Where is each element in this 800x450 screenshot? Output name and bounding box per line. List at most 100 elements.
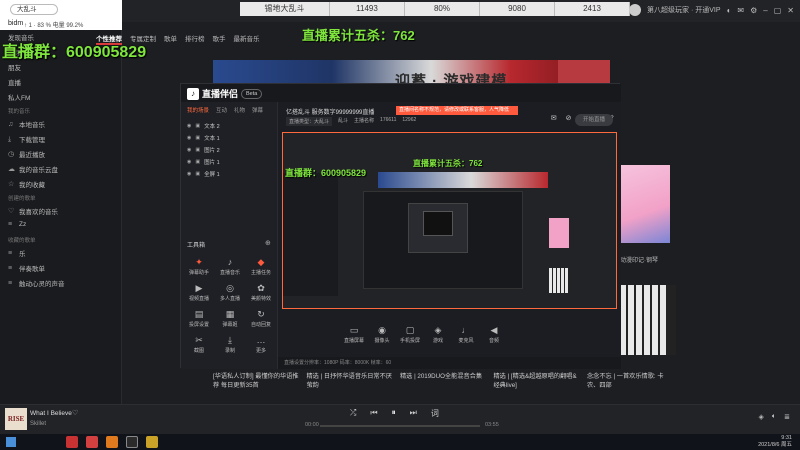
eye-icon[interactable]: ◉ [187, 147, 191, 153]
room-title[interactable]: 亿搭乱斗 服务数字99999999直播 [286, 107, 374, 116]
live-preview[interactable]: 直播群：600905829 直播累计五杀：762 [282, 132, 617, 309]
tool-item[interactable]: ▶ 视频直播 [185, 283, 213, 302]
tool-item[interactable]: ✂ 截图 [185, 335, 213, 354]
sidebar-item[interactable]: ♡ 我喜欢的音乐 [8, 206, 58, 217]
playlist-cover-piano[interactable] [620, 285, 670, 355]
eye-icon[interactable]: ◉ [187, 159, 191, 165]
sidebar-item[interactable]: ◷ 最近播放 [8, 149, 45, 160]
source-button[interactable]: ◀ 音频 [480, 325, 508, 344]
system-tray-clock[interactable]: 9:31 2021/8/6 周五 [758, 435, 792, 449]
lock-icon[interactable]: ▣ [195, 147, 200, 153]
sidebar-item[interactable]: ☆ 我的收藏 [8, 179, 45, 190]
sidebar-item[interactable]: ☁ 我的音乐云盘 [8, 164, 58, 175]
tab-2[interactable]: 歌单 [164, 33, 177, 45]
playlist-title[interactable]: 精选 | [精选&超越原唱的翻唱&经典live] [494, 372, 580, 390]
scene-row[interactable]: ◉ ▣ 图片 2 [187, 146, 220, 154]
tool-item[interactable]: … 更多 [247, 335, 275, 354]
eye-icon[interactable]: ◉ [187, 135, 191, 141]
playlist-title[interactable]: 精选 | 2019DUO全能混音合集 [400, 372, 486, 390]
tool-item[interactable]: ⤓ 录制 [216, 335, 244, 354]
tool-item[interactable]: ◆ 主播任务 [247, 257, 275, 276]
sidebar-item[interactable]: ≡ 触动心灵的声音 [8, 278, 65, 289]
eye-icon[interactable]: ◉ [187, 123, 191, 129]
tab-3[interactable]: 排行榜 [185, 33, 205, 45]
taskbar-app-league-icon[interactable] [146, 436, 158, 448]
lock-icon[interactable]: ▣ [195, 159, 200, 165]
avatar[interactable] [629, 4, 642, 16]
tool-item[interactable]: ↻ 自动回复 [247, 309, 275, 328]
source-button[interactable]: ▢ 手机投屏 [396, 325, 424, 344]
minimize-icon[interactable]: – [763, 6, 767, 15]
tool-item[interactable]: ◎ 多人直播 [216, 283, 244, 302]
sidebar-item[interactable]: ≡ 乐 [8, 248, 26, 259]
toolbox-settings-icon[interactable]: ⊕ [265, 239, 271, 247]
tool-item[interactable]: ✦ 弹幕助手 [185, 257, 213, 276]
scene-row[interactable]: ◉ ▣ 图片 1 [187, 158, 220, 166]
scene-row[interactable]: ◉ ▣ 全屏 1 [187, 170, 220, 178]
close-icon[interactable]: ✕ [787, 6, 794, 15]
progress-bar[interactable] [320, 425, 480, 427]
pause-icon[interactable]: ⏸ [392, 408, 396, 419]
tab-4[interactable]: 歌手 [213, 33, 226, 45]
sidebar-item[interactable]: ≡ 伴奏歌单 [8, 263, 45, 274]
stream-stat-3: 9080 [480, 2, 555, 16]
playlist-label[interactable]: 动漫印记·钢琴 [620, 255, 658, 264]
scene-tab-2[interactable]: 礼物 [234, 106, 245, 114]
tool-item[interactable]: ▦ 弹幕姬 [216, 309, 244, 328]
mail-icon[interactable]: ✉ [737, 6, 744, 15]
album-art[interactable]: RISE [5, 408, 27, 430]
mini-user-pill[interactable]: 大乱斗 [10, 4, 58, 15]
source-button[interactable]: ◉ 摄像头 [368, 325, 396, 344]
mail-icon[interactable]: ✉ [551, 114, 557, 122]
like-icon[interactable]: ♡ [72, 409, 78, 417]
lock-icon[interactable]: ▣ [195, 171, 200, 177]
playlist-title[interactable]: 精选 | 日抒怀华语音乐日常不厌萤韵 [307, 372, 393, 390]
settings-icon[interactable]: ⚙ [750, 6, 757, 15]
tool-item[interactable]: ✿ 美颜特效 [247, 283, 275, 302]
source-button[interactable]: ♩ 麦克风 [452, 325, 480, 344]
playlist-cover-anime[interactable] [620, 165, 670, 243]
previous-icon[interactable]: ⏮ [370, 408, 377, 419]
scene-tab-1[interactable]: 互动 [216, 106, 227, 114]
sidebar-item[interactable]: ♫ 本地音乐 [8, 119, 45, 130]
eye-icon[interactable]: ◉ [187, 171, 191, 177]
user-name[interactable]: 第八超级玩家 · 开通VIP [647, 5, 721, 15]
scene-tab-0[interactable]: 我的场景 [187, 106, 209, 114]
sidebar-item[interactable]: 朋友 [8, 62, 21, 72]
lock-icon[interactable]: ▣ [195, 123, 200, 129]
shuffle-icon[interactable]: ⤮ [350, 408, 356, 419]
scene-tab-3[interactable]: 弹幕 [252, 106, 263, 114]
skin-icon[interactable]: ◐ [727, 6, 732, 15]
scene-row[interactable]: ◉ ▣ 文本 2 [187, 122, 220, 130]
lock-icon[interactable]: ▣ [195, 135, 200, 141]
song-artist[interactable]: Skillet [30, 421, 46, 427]
tool-item[interactable]: ▤ 投屏设置 [185, 309, 213, 328]
sidebar-item[interactable]: 直播 [8, 77, 21, 87]
sound-quality-icon[interactable]: ◈ [759, 413, 764, 421]
warning-notice[interactable]: 直播间名称不规范，请修改或联系客服，人气降低 [396, 106, 518, 115]
windows-start-icon[interactable] [6, 437, 16, 447]
playlist-title[interactable]: [华语私人订制] 最懂你的华语推荐 每日更新35首 [213, 372, 299, 390]
playlist-icon[interactable]: ≣ [784, 413, 790, 421]
sidebar-item[interactable]: 私人FM [8, 92, 30, 102]
playlist-title[interactable]: 念念不忘 | 一首欢乐情歌: 卡农、四部 [587, 372, 673, 390]
next-icon[interactable]: ⏭ [410, 408, 417, 419]
taskbar-app-game-icon[interactable] [106, 436, 118, 448]
maximize-icon[interactable]: ▢ [774, 6, 782, 15]
volume-icon[interactable]: 🔈︎ [772, 413, 776, 421]
taskbar-app-music-icon[interactable] [66, 436, 78, 448]
source-button[interactable]: ◈ 游戏 [424, 325, 452, 344]
room-meta-item[interactable]: 直播类型：大乱斗 [286, 117, 333, 126]
song-title[interactable]: What I Believe [30, 410, 72, 417]
tab-5[interactable]: 最新音乐 [234, 33, 260, 45]
tool-item[interactable]: ♪ 直播音乐 [216, 257, 244, 276]
start-live-button[interactable]: 开始直播 [575, 114, 613, 126]
source-button[interactable]: ▭ 直播屏幕 [340, 325, 368, 344]
lock-icon[interactable]: ⊘ [566, 114, 572, 122]
sidebar-item[interactable]: ≡ Zz [8, 221, 26, 228]
lyrics-icon[interactable]: 词 [431, 408, 439, 419]
taskbar-app-netease-icon[interactable] [86, 436, 98, 448]
sidebar-item[interactable]: ⤓ 下载管理 [8, 134, 45, 145]
taskbar-app-stream-icon[interactable] [126, 436, 138, 448]
scene-row[interactable]: ◉ ▣ 文本 1 [187, 134, 220, 142]
